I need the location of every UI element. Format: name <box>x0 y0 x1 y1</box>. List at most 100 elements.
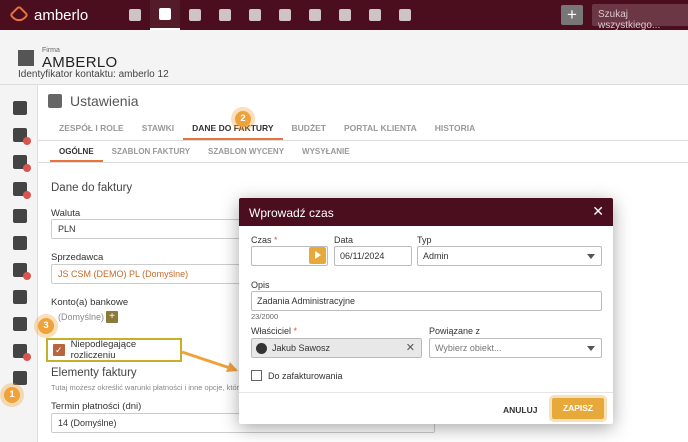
owner-label-text: Właściciel <box>251 326 292 336</box>
save-button[interactable]: ZAPISZ <box>552 398 604 419</box>
amberlo-logo[interactable]: amberlo <box>9 5 89 25</box>
building-icon <box>18 50 34 66</box>
invoice-elements-title: Elementy faktury <box>51 367 137 379</box>
type-value: Admin <box>423 251 449 261</box>
related-label: Powiązane z <box>429 326 481 336</box>
currency-value: PLN <box>58 224 76 234</box>
subtab-invoice-template[interactable]: SZABLON FAKTURY <box>103 143 199 162</box>
modal-footer: ANULUJ ZAPISZ <box>239 392 613 424</box>
checkbox-checked-icon[interactable]: ✓ <box>53 344 65 356</box>
firm-type-label: Firma <box>42 47 60 54</box>
time-label: Czas * <box>251 235 278 245</box>
invoice-subtabs: OGÓLNE SZABLON FAKTURY SZABLON WYCENY WY… <box>38 143 688 163</box>
avatar <box>256 342 267 354</box>
bank-icon[interactable] <box>240 0 270 30</box>
billable-checkbox[interactable] <box>251 370 262 381</box>
owner-value: Jakub Sawosz <box>272 343 331 353</box>
modal-header: Wprowadź czas ✕ <box>239 198 613 226</box>
description-value: Zadania Administracyjne <box>257 296 356 306</box>
subtab-sending[interactable]: WYSYŁANIE <box>293 143 359 162</box>
date-label: Data <box>334 235 354 245</box>
contacts-icon[interactable] <box>150 0 180 30</box>
global-search-input[interactable]: Szukaj wszystkiego... <box>592 4 688 31</box>
required-marker: * <box>274 235 278 245</box>
invoice-data-title: Dane do faktury <box>51 182 133 194</box>
seller-select[interactable]: JS CSM (DEMO) PL (Domyślne) <box>51 264 243 284</box>
bank-accounts-label: Konto(a) bankowe <box>51 297 129 308</box>
step-marker-1: 1 <box>4 387 20 403</box>
logo-text: amberlo <box>34 6 89 24</box>
folder-icon[interactable] <box>13 290 27 304</box>
contact-header: Firma AMBERLO Identyfikator kontaktu: am… <box>0 30 688 85</box>
history-icon[interactable] <box>300 0 330 30</box>
settings-title: Ustawienia <box>70 93 139 109</box>
related-placeholder: Wybierz obiekt... <box>435 343 502 353</box>
clear-icon[interactable]: ✕ <box>406 341 415 354</box>
invoice-icon[interactable] <box>13 263 31 280</box>
description-label: Opis <box>251 280 270 290</box>
independent-billing-label: Niepodlegające rozliczeniu <box>70 339 137 361</box>
tab-rates[interactable]: STAWKI <box>133 119 183 140</box>
briefcase-icon[interactable] <box>13 209 27 223</box>
related-select[interactable]: Wybierz obiekt... <box>429 338 602 358</box>
briefcase-icon[interactable] <box>180 0 210 30</box>
quick-add-button[interactable]: + <box>561 5 583 25</box>
cancel-button[interactable]: ANULUJ <box>497 401 543 419</box>
required-marker: * <box>293 326 298 336</box>
owner-label: Właściciel * <box>251 326 297 336</box>
step-marker-3: 3 <box>38 318 54 334</box>
currency-label: Waluta <box>51 208 81 219</box>
billable-label: Do zafakturowania <box>268 370 343 381</box>
subtab-quote-template[interactable]: SZABLON WYCENY <box>199 143 293 162</box>
seller-value: JS CSM (DEMO) PL (Domyślne) <box>58 269 189 279</box>
dashboard-icon[interactable] <box>120 0 150 30</box>
tab-invoice-data[interactable]: DANE DO FAKTURY <box>183 119 283 140</box>
tab-budget[interactable]: BUDŻET <box>283 119 335 140</box>
payment-term-value: 14 (Domyślne) <box>58 418 117 428</box>
contact-id: Identyfikator kontaktu: amberlo 12 <box>18 69 169 80</box>
date-input[interactable]: 06/11/2024 <box>334 246 412 266</box>
time-money-icon[interactable] <box>13 182 31 199</box>
character-counter: 23/2000 <box>251 312 279 321</box>
gear-icon <box>48 94 62 108</box>
currency-select[interactable]: PLN <box>51 219 243 239</box>
tab-history[interactable]: HISTORIA <box>426 119 484 140</box>
date-value: 06/11/2024 <box>340 251 385 261</box>
bank-accounts-value: (Domyślne) <box>51 308 104 328</box>
seller-label: Sprzedawca <box>51 252 104 263</box>
subtab-general[interactable]: OGÓLNE <box>50 143 103 162</box>
settings-header: Ustawienia <box>48 93 138 109</box>
independent-billing-toggle[interactable]: ✓ Niepodlegające rozliczeniu <box>46 338 182 362</box>
calendar-icon[interactable] <box>270 0 300 30</box>
main-nav <box>120 0 420 30</box>
close-icon[interactable]: ✕ <box>592 203 604 220</box>
transfer-icon[interactable] <box>13 236 27 250</box>
billable-checkbox-row[interactable]: Do zafakturowania <box>251 370 343 381</box>
settings-tabs: ZESPÓŁ I ROLE STAWKI DANE DO FAKTURY BUD… <box>38 119 688 141</box>
settings-icon[interactable] <box>13 371 27 385</box>
top-bar: amberlo + Szukaj wszystkiego... <box>0 0 688 31</box>
type-label: Typ <box>417 235 432 245</box>
document-search-icon[interactable] <box>13 317 27 331</box>
description-input[interactable]: Zadania Administracyjne <box>251 291 602 311</box>
tab-team-roles[interactable]: ZESPÓŁ I ROLE <box>50 119 133 140</box>
mail-icon[interactable] <box>13 344 31 361</box>
tasks-icon[interactable] <box>13 128 31 145</box>
time-label-text: Czas <box>251 235 272 245</box>
calendar-icon[interactable] <box>13 155 31 172</box>
folder-icon[interactable] <box>330 0 360 30</box>
chart-icon[interactable] <box>390 0 420 30</box>
type-select[interactable]: Admin <box>417 246 602 266</box>
add-bank-account-button[interactable]: + <box>106 311 118 323</box>
mail-icon[interactable] <box>360 0 390 30</box>
document-icon[interactable] <box>210 0 240 30</box>
invoice-elements-hint: Tutaj możesz określić warunki płatności … <box>51 383 250 392</box>
notebook-icon[interactable] <box>13 101 27 115</box>
play-icon[interactable] <box>309 247 326 264</box>
step-marker-2: 2 <box>235 111 251 127</box>
payment-term-label: Termin płatności (dni) <box>51 401 142 412</box>
tab-client-portal[interactable]: PORTAL KLIENTA <box>335 119 426 140</box>
owner-select[interactable]: Jakub Sawosz ✕ <box>251 338 422 358</box>
chevron-down-icon <box>587 346 595 351</box>
modal-title: Wprowadź czas <box>249 206 334 220</box>
